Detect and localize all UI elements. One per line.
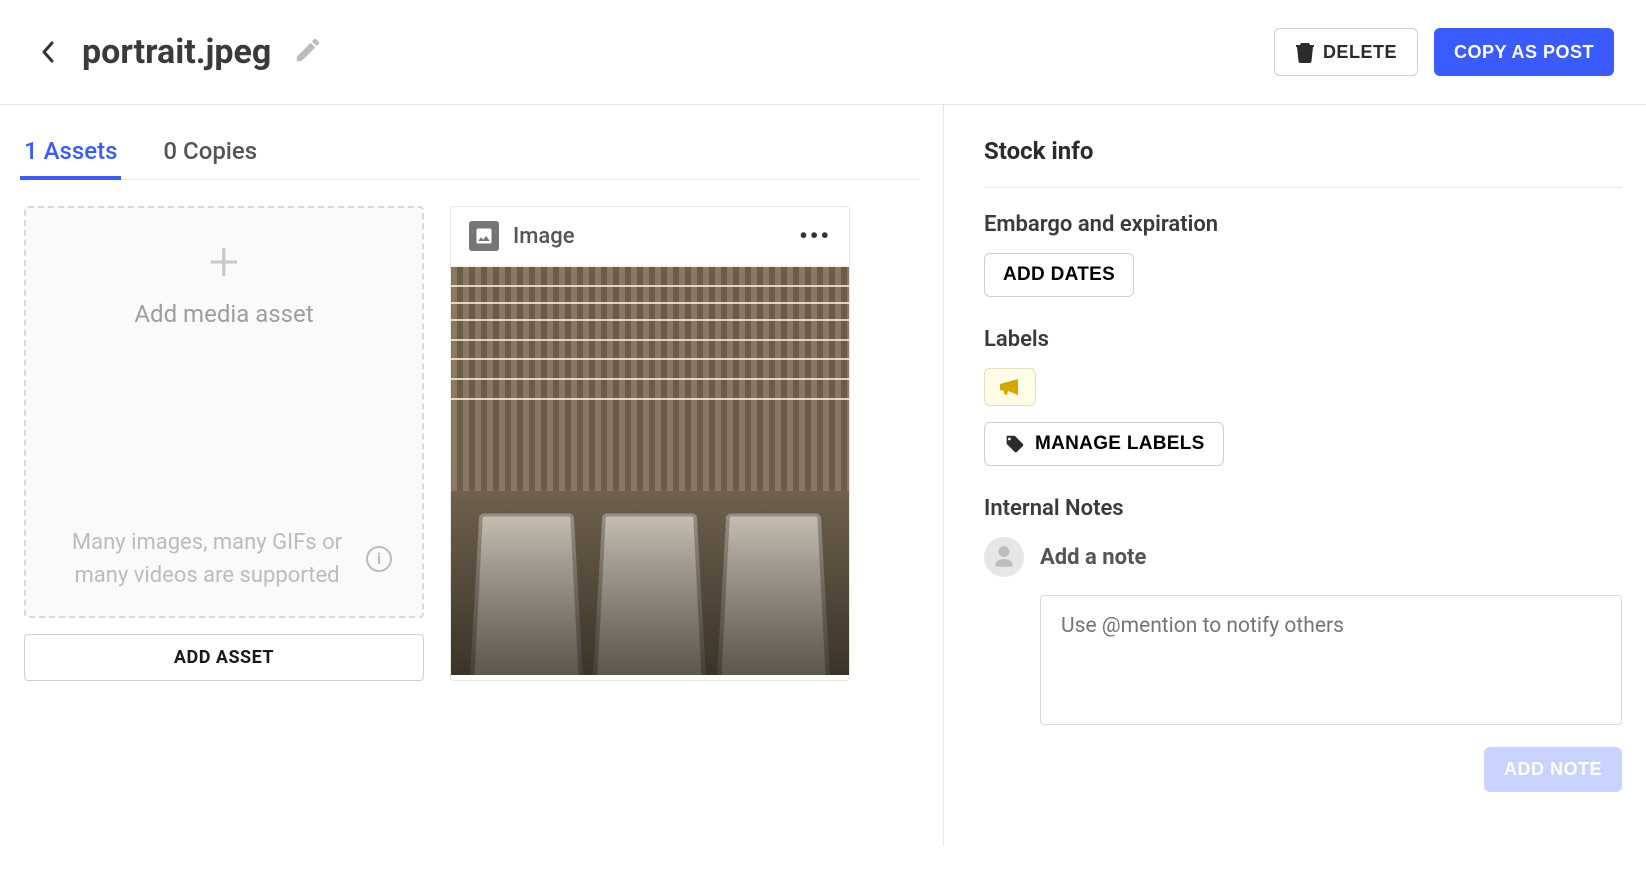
avatar [984,537,1024,577]
megaphone-icon [998,377,1022,397]
add-dates-label: ADD DATES [1003,264,1115,286]
note-header: Add a note [984,537,1622,577]
add-asset-button[interactable]: ADD ASSET [24,634,424,681]
asset-card-header: Image ••• [451,207,849,265]
trash-icon [1295,41,1315,63]
add-note-button[interactable]: ADD NOTE [1484,747,1622,792]
person-icon [991,544,1017,570]
asset-thumbnail[interactable] [451,265,849,675]
header-actions: DELETE COPY AS POST [1274,28,1614,76]
add-note-label: ADD NOTE [1504,759,1602,780]
info-icon[interactable]: i [366,546,392,572]
manage-labels-label: MANAGE LABELS [1035,433,1205,455]
tabs: 1 Assets 0 Copies [24,137,919,180]
sidebar: Stock info Embargo and expiration ADD DA… [944,105,1646,846]
image-icon [474,226,494,246]
note-input[interactable] [1040,595,1622,725]
page-title: portrait.jpeg [82,32,271,72]
embargo-section: Embargo and expiration ADD DATES [984,212,1622,297]
manage-labels-button[interactable]: MANAGE LABELS [984,422,1224,466]
asset-type-label: Image [513,224,575,249]
image-type-icon [469,221,499,251]
asset-menu-button[interactable]: ••• [799,222,831,250]
edit-title-button[interactable] [293,35,323,69]
upload-dropzone[interactable]: + Add media asset Many images, many GIFs… [24,206,424,618]
pencil-icon [293,35,323,65]
tab-copies[interactable]: 0 Copies [163,137,257,179]
content: 1 Assets 0 Copies + Add media asset Many… [0,105,1646,846]
add-dates-button[interactable]: ADD DATES [984,253,1134,297]
header-left: portrait.jpeg [32,32,323,72]
copy-label: COPY AS POST [1454,42,1594,63]
delete-label: DELETE [1323,42,1397,63]
embargo-label: Embargo and expiration [984,212,1622,237]
stock-info-heading: Stock info [984,137,1622,188]
upload-title: Add media asset [134,300,313,328]
label-chip-megaphone[interactable] [984,368,1036,406]
plus-icon: + [209,236,240,290]
upload-subtitle: Many images, many GIFs or many videos ar… [26,526,422,592]
labels-section: Labels MANAGE LABELS [984,327,1622,466]
copy-as-post-button[interactable]: COPY AS POST [1434,28,1614,76]
upload-column: + Add media asset Many images, many GIFs… [24,206,424,681]
back-button[interactable] [32,36,64,68]
labels-label: Labels [984,327,1622,352]
assets-row: + Add media asset Many images, many GIFs… [24,206,919,681]
note-title: Add a note [1040,545,1146,570]
delete-button[interactable]: DELETE [1274,28,1418,76]
tag-icon [1003,433,1025,455]
tab-assets[interactable]: 1 Assets [24,137,117,179]
add-note-row: ADD NOTE [984,747,1622,792]
upload-subtitle-text: Many images, many GIFs or many videos ar… [56,526,358,592]
assets-panel: 1 Assets 0 Copies + Add media asset Many… [0,105,944,846]
notes-label: Internal Notes [984,496,1622,521]
chevron-left-icon [41,41,55,63]
notes-section: Internal Notes Add a note ADD NOTE [984,496,1622,792]
asset-card: Image ••• [450,206,850,681]
header: portrait.jpeg DELETE COPY AS POST [0,0,1646,105]
